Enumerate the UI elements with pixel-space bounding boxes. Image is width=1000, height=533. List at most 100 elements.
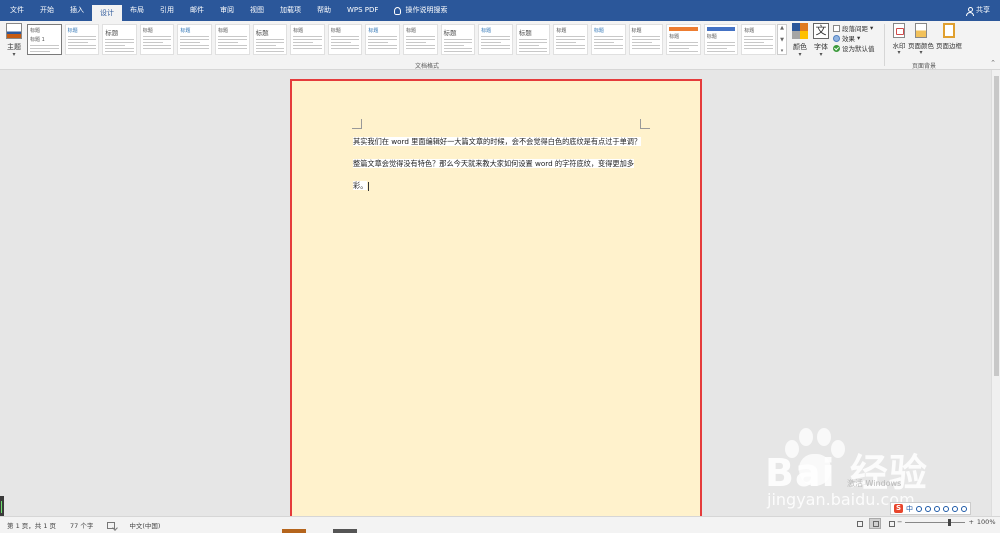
style-set-thumbnail[interactable]: 标题	[177, 24, 212, 55]
zoom-level[interactable]: 100%	[977, 518, 996, 526]
word-count[interactable]: 77 个字	[63, 520, 100, 530]
style-set-thumbnail[interactable]: 标题	[402, 24, 438, 55]
print-layout-button[interactable]	[869, 518, 881, 529]
style-set-thumbnail[interactable]: 标题	[741, 24, 776, 55]
page-color-button[interactable]: 页面颜色 ▾	[906, 23, 936, 63]
gallery-scroll[interactable]: ▲ ▼ ▾	[777, 24, 787, 55]
style-set-thumbnail[interactable]: 标题	[139, 24, 175, 55]
style-set-thumbnail[interactable]: 标题	[590, 24, 626, 55]
style-set-thumbnail[interactable]: 标题	[478, 24, 513, 55]
thumbnail-text-line	[669, 42, 698, 43]
thumbnail-text-line	[255, 45, 276, 46]
thumbnail-text-line	[481, 48, 510, 49]
tab-6[interactable]: 邮件	[182, 0, 212, 21]
thumbnail-text-line	[443, 51, 473, 52]
style-set-thumbnail[interactable]: 标题 标题 1	[27, 24, 62, 55]
proofing-status[interactable]	[100, 521, 122, 529]
effects-icon	[833, 34, 840, 42]
style-set-thumbnail[interactable]: 标题	[440, 24, 476, 55]
microphone-icon[interactable]	[934, 505, 940, 512]
thumbnail-text-line	[706, 45, 736, 46]
thumbnail-text-line	[405, 48, 435, 49]
style-set-thumbnail[interactable]: 标题	[252, 24, 288, 55]
collapse-ribbon-icon[interactable]: ⌃	[990, 59, 996, 67]
zoom-out-button[interactable]: −	[897, 518, 902, 526]
tab-2[interactable]: 插入	[62, 0, 92, 21]
tab-3[interactable]: 设计	[92, 5, 122, 21]
tab-10[interactable]: 帮助	[309, 0, 339, 21]
paragraph-spacing-button[interactable]: 段落间距 ▾	[833, 23, 883, 33]
ime-toolbar[interactable]: S 中	[890, 502, 971, 515]
style-set-thumbnail[interactable]: 标题	[64, 24, 100, 55]
thumbnail-text-line	[518, 48, 548, 49]
style-set-thumbnail[interactable]: 标题	[515, 24, 551, 55]
tell-me-search[interactable]: 操作说明搜索	[386, 0, 455, 21]
thumbnail-text-line	[105, 42, 134, 43]
set-as-default-button[interactable]: 设为默认值	[833, 43, 883, 53]
taskbar-indicator	[333, 529, 357, 533]
style-set-thumbnail[interactable]: 标题	[553, 24, 588, 55]
style-set-thumbnail[interactable]: 标题	[290, 24, 325, 55]
style-set-thumbnail[interactable]: 标题	[666, 24, 701, 55]
emoji-icon[interactable]	[925, 505, 931, 512]
thumbnail-text-line	[105, 48, 134, 49]
thumbnail-text-line	[217, 42, 238, 43]
thumbnail-text-line	[368, 36, 397, 37]
colors-button[interactable]: 颜色 ▾	[790, 23, 810, 65]
effects-button[interactable]: 效果 ▾	[833, 33, 883, 43]
style-set-thumbnail[interactable]: 标题	[102, 24, 137, 55]
language-status[interactable]: 中文(中国)	[122, 520, 167, 530]
lightbulb-icon	[394, 6, 402, 15]
share-label: 共享	[976, 6, 990, 14]
tab-0[interactable]: 文件	[2, 0, 32, 21]
document-body[interactable]: 其实我们在 word 里面编辑好一大篇文章的时候，会不会觉得白色的底纹是有点过于…	[353, 131, 657, 197]
thumbnail-text-line	[67, 42, 88, 43]
tab-7[interactable]: 审阅	[212, 0, 242, 21]
toolbox-icon[interactable]	[961, 505, 967, 512]
document-page[interactable]: 其实我们在 word 里面编辑好一大篇文章的时候，会不会觉得白色的底纹是有点过于…	[290, 79, 702, 516]
fonts-button[interactable]: 文 字体 ▾	[812, 23, 830, 65]
scroll-up-icon[interactable]: ▲	[780, 25, 784, 31]
sogou-ime-icon[interactable]: S	[894, 504, 903, 513]
style-set-thumbnail[interactable]: 标题	[628, 24, 664, 55]
tab-4[interactable]: 布局	[122, 0, 152, 21]
thumbnail-title: 标题	[180, 28, 191, 34]
style-set-thumbnail[interactable]: 标题	[365, 24, 400, 55]
thumbnail-text-line	[631, 42, 652, 43]
vertical-scrollbar[interactable]	[991, 70, 1000, 516]
skin-icon[interactable]	[952, 505, 958, 512]
tab-1[interactable]: 开始	[32, 0, 62, 21]
punctuation-icon[interactable]	[916, 505, 922, 512]
thumbnail-text-line	[631, 45, 661, 46]
tab-5[interactable]: 引用	[152, 0, 182, 21]
keyboard-icon[interactable]	[943, 505, 949, 512]
thumbnail-title: 标题	[669, 34, 680, 40]
zoom-slider-knob[interactable]	[948, 518, 952, 526]
page-borders-button[interactable]: 页面边框	[934, 23, 964, 63]
person-icon	[966, 6, 974, 16]
share-button[interactable]: 共享	[966, 0, 990, 21]
thumbnail-text-line	[744, 36, 773, 37]
style-set-thumbnail[interactable]: 标题	[703, 24, 739, 55]
web-layout-button[interactable]	[885, 518, 897, 529]
tab-11[interactable]: WPS PDF	[339, 0, 386, 21]
tab-9[interactable]: 加载项	[272, 0, 309, 21]
tab-8[interactable]: 视图	[242, 0, 272, 21]
style-set-thumbnail[interactable]: 标题	[214, 24, 250, 55]
color-palette-icon	[792, 23, 808, 39]
zoom-slider[interactable]	[905, 518, 966, 526]
thumbnail-text-line	[481, 39, 510, 40]
thumbnail-text-line	[593, 36, 623, 37]
thumbnail-title: 标题	[105, 29, 119, 37]
scroll-down-icon[interactable]: ▼	[780, 37, 784, 43]
style-set-thumbnail[interactable]: 标题	[327, 24, 363, 55]
scrollbar-thumb[interactable]	[994, 76, 999, 376]
read-mode-button[interactable]	[853, 518, 865, 529]
zoom-in-button[interactable]: +	[968, 518, 973, 526]
gallery-expand-icon[interactable]: ▾	[781, 48, 784, 54]
thumbnail-text-line	[706, 48, 727, 49]
page-count[interactable]: 第 1 页，共 1 页	[0, 520, 63, 530]
ime-mode-label[interactable]: 中	[906, 504, 913, 514]
themes-button[interactable]: 主题 ▾	[4, 23, 24, 63]
thumbnail-text-line	[556, 48, 585, 49]
